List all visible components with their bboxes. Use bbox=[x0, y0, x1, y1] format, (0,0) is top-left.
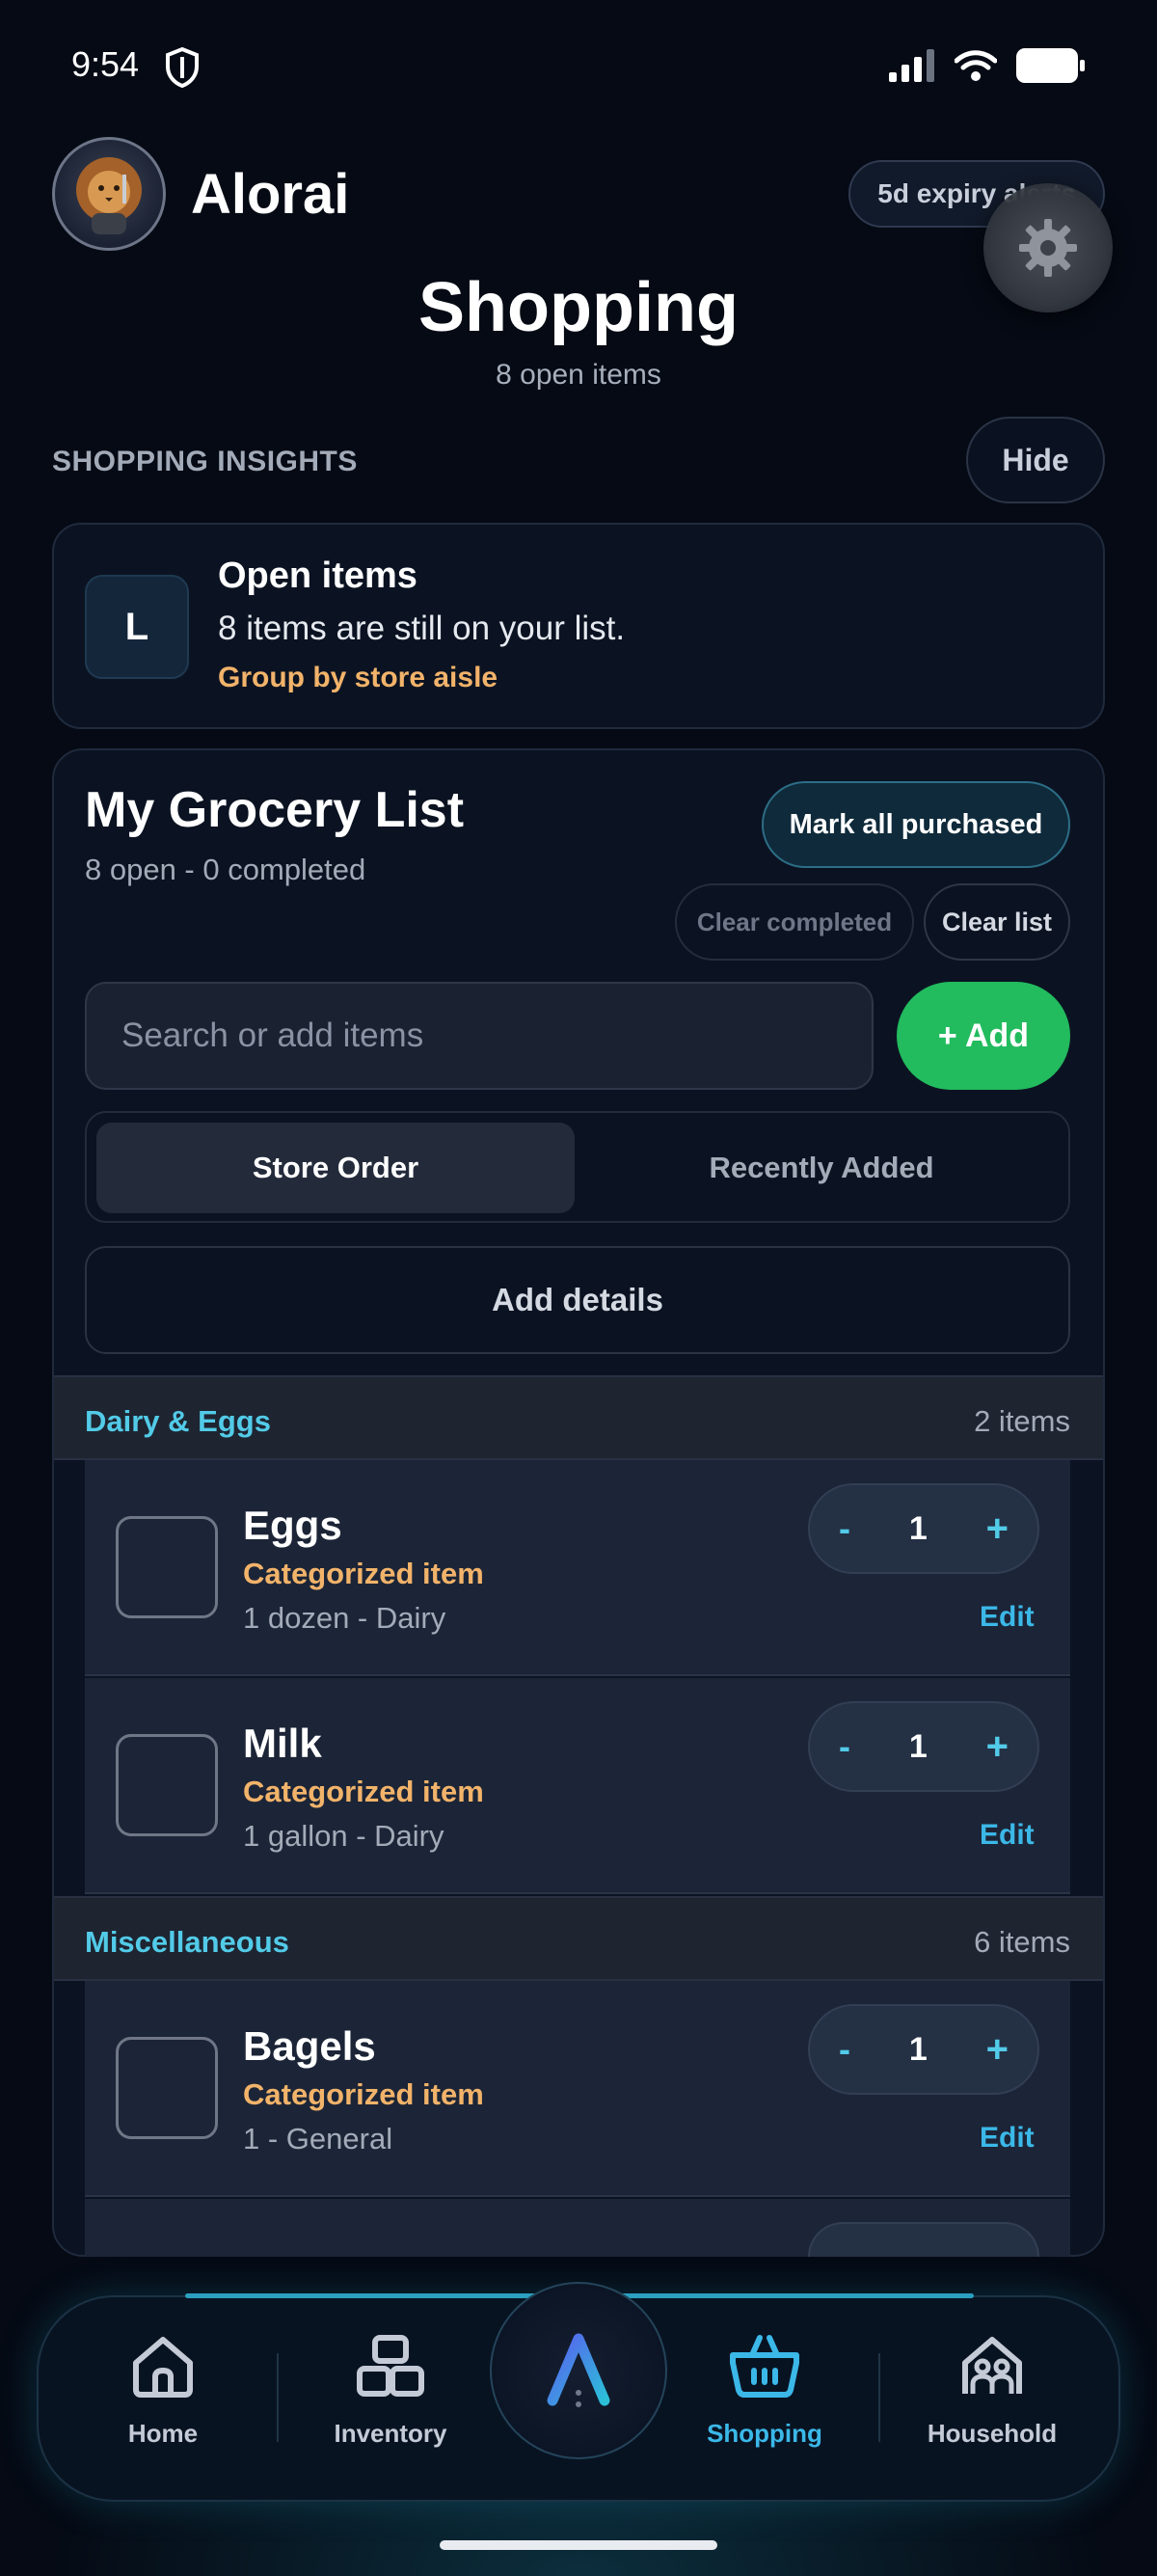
item-meta: 1 dozen - Dairy bbox=[243, 1601, 446, 1635]
item-category: Categorized item bbox=[243, 1775, 484, 1808]
section-name: Miscellaneous bbox=[85, 1925, 289, 1959]
nav-label: Shopping bbox=[707, 2419, 822, 2448]
battery-icon bbox=[1016, 48, 1086, 88]
username: Alorai bbox=[191, 163, 350, 226]
status-time: 9:54 bbox=[71, 44, 140, 84]
quantity-stepper: - 1 + bbox=[808, 1483, 1039, 1574]
quantity-stepper: - 1 + bbox=[808, 2004, 1039, 2095]
nav-item-household[interactable]: Household bbox=[901, 2334, 1084, 2449]
increment-button[interactable]: + bbox=[986, 1507, 1009, 1551]
nav-divider bbox=[878, 2353, 880, 2442]
shield-icon bbox=[164, 46, 201, 89]
add-details-button[interactable]: Add details bbox=[85, 1246, 1070, 1354]
item-checkbox[interactable] bbox=[116, 2037, 218, 2139]
inventory-icon bbox=[357, 2335, 424, 2397]
item-checkbox[interactable] bbox=[116, 1734, 218, 1836]
list-summary: 8 open - 0 completed bbox=[85, 853, 366, 886]
quantity-value: 1 bbox=[908, 1509, 928, 1547]
shopping-basket-icon bbox=[730, 2335, 799, 2398]
item-category: Categorized item bbox=[243, 1557, 484, 1590]
status-indicators bbox=[889, 48, 1086, 88]
insight-title: Open items bbox=[218, 556, 417, 596]
clear-completed-button[interactable]: Clear completed bbox=[675, 883, 914, 961]
edit-item-link[interactable]: Edit bbox=[980, 2122, 1035, 2155]
decrement-button[interactable]: - bbox=[839, 1726, 850, 1767]
sort-option-store-order[interactable]: Store Order bbox=[96, 1123, 575, 1213]
item-meta: 1 - General bbox=[243, 2122, 393, 2156]
item-name: Bagels bbox=[243, 2023, 376, 2069]
quantity-stepper: - 1 + bbox=[808, 1701, 1039, 1792]
nav-label: Inventory bbox=[334, 2419, 447, 2448]
item-category: Categorized item bbox=[243, 2077, 484, 2111]
quantity-value: 1 bbox=[908, 1727, 928, 1765]
list-title: My Grocery List bbox=[85, 782, 465, 838]
item-meta: 1 gallon - Dairy bbox=[243, 1819, 444, 1853]
group-by-aisle-link[interactable]: Group by store aisle bbox=[218, 662, 498, 694]
mark-all-purchased-button[interactable]: Mark all purchased bbox=[762, 781, 1070, 868]
sort-option-recently-added[interactable]: Recently Added bbox=[578, 1123, 1064, 1213]
item-name: Milk bbox=[243, 1721, 322, 1766]
increment-button[interactable]: + bbox=[986, 1725, 1009, 1769]
insight-text: 8 items are still on your list. bbox=[218, 610, 626, 647]
decrement-button[interactable]: - bbox=[839, 2029, 850, 2070]
lion-avatar-icon bbox=[76, 157, 142, 234]
signal-icon bbox=[889, 49, 935, 87]
wifi-icon bbox=[954, 49, 998, 87]
quantity-stepper bbox=[808, 2222, 1039, 2257]
search-input[interactable] bbox=[85, 982, 874, 1090]
clear-list-button[interactable]: Clear list bbox=[924, 883, 1070, 961]
page-subtitle: 8 open items bbox=[496, 359, 661, 391]
edit-item-link[interactable]: Edit bbox=[980, 1819, 1035, 1852]
household-icon bbox=[962, 2337, 1022, 2394]
quantity-value: 1 bbox=[908, 2030, 928, 2068]
nav-item-shopping[interactable]: Shopping bbox=[673, 2334, 856, 2449]
section-count: 2 items bbox=[974, 1404, 1070, 1438]
home-indicator[interactable] bbox=[440, 2540, 717, 2550]
item-checkbox[interactable] bbox=[116, 1516, 218, 1618]
nav-item-home[interactable]: Home bbox=[71, 2334, 255, 2449]
nav-divider bbox=[277, 2353, 279, 2442]
section-count: 6 items bbox=[974, 1925, 1070, 1959]
insights-section-label: SHOPPING INSIGHTS bbox=[52, 446, 358, 477]
section-name: Dairy & Eggs bbox=[85, 1404, 271, 1438]
edit-item-link[interactable]: Edit bbox=[980, 1601, 1035, 1634]
insight-badge: L bbox=[85, 575, 189, 679]
avatar[interactable] bbox=[52, 137, 166, 251]
nav-center-button[interactable] bbox=[490, 2282, 667, 2459]
add-item-button[interactable]: + Add bbox=[897, 982, 1070, 1090]
page-title: Shopping bbox=[418, 269, 739, 346]
nav-label: Household bbox=[927, 2419, 1058, 2448]
item-name: Eggs bbox=[243, 1503, 342, 1548]
app-logo-icon bbox=[547, 2333, 610, 2407]
decrement-button[interactable]: - bbox=[839, 1508, 850, 1549]
nav-label: Home bbox=[127, 2419, 199, 2448]
nav-item-inventory[interactable]: Inventory bbox=[299, 2334, 482, 2449]
increment-button[interactable]: + bbox=[986, 2028, 1009, 2072]
hide-insights-button[interactable]: Hide bbox=[966, 417, 1105, 503]
home-icon bbox=[133, 2337, 193, 2398]
